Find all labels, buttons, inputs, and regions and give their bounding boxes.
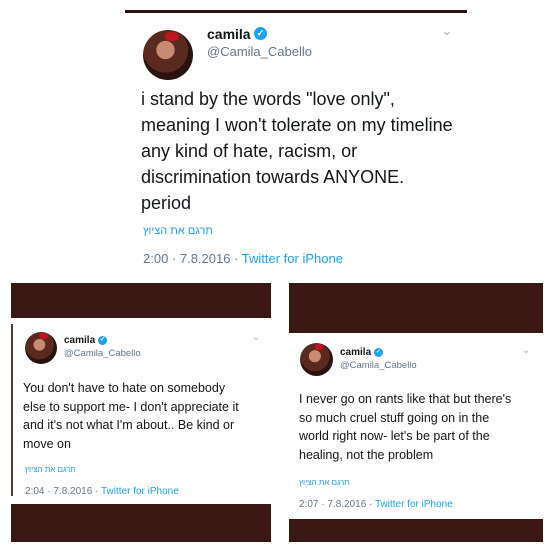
tweet-line: healing, not the problem [299, 447, 434, 462]
tweet-meta: 2:00 · 7.8.2016 · Twitter for iPhone [143, 251, 343, 266]
timestamp: 2:00 · 7.8.2016 · [143, 251, 242, 266]
tweet-meta: 2:07 · 7.8.2016 · Twitter for iPhone [299, 499, 453, 510]
display-name[interactable]: camila [64, 335, 95, 346]
tweet-line: You don't have to hate on somebody [23, 381, 226, 395]
chevron-down-icon[interactable]: ⌄ [441, 22, 453, 39]
translate-tweet-link[interactable]: תרגם את הציוץ [25, 465, 76, 474]
bow [315, 344, 324, 350]
verified-icon: ✓ [98, 336, 107, 345]
tweet-line: world right now- let's be part of the [299, 429, 490, 443]
tweet-text: You don't have to hate on somebody else … [23, 379, 239, 453]
source-link[interactable]: Twitter for iPhone [242, 251, 343, 266]
left-bottom-bar [11, 504, 271, 542]
avatar[interactable] [143, 30, 193, 80]
left-tweet: camila ✓ @Camila_Cabello ⌄ You don't hav… [11, 318, 271, 504]
timestamp: 2:04 · 7.8.2016 · [25, 486, 101, 497]
translate-tweet-link[interactable]: תרגם את הציוץ [143, 225, 213, 237]
display-name[interactable]: camila [207, 26, 251, 42]
chevron-down-icon[interactable]: ⌄ [252, 332, 260, 343]
tweet-line: discrimination towards ANYONE. [141, 167, 405, 187]
verified-icon: ✓ [254, 27, 267, 40]
tweet-line: any kind of hate, racism, or [141, 141, 358, 161]
tweet-line: move on [23, 436, 71, 451]
tweet-meta: 2:04 · 7.8.2016 · Twitter for iPhone [25, 486, 179, 497]
tweet-line: period [141, 193, 192, 213]
handle[interactable]: @Camila_Cabello [64, 348, 141, 359]
bow [165, 32, 179, 41]
tweet-text: i stand by the words "love only", meanin… [141, 86, 453, 216]
right-tweet: camila ✓ @Camila_Cabello ⌄ I never go on… [289, 333, 543, 519]
top-border [125, 10, 467, 13]
right-top-bar [289, 283, 543, 333]
tweet-line: i stand by the words "love only", [141, 89, 395, 109]
tweet-line: and it's not what I'm about.. Be kind or [23, 418, 235, 432]
display-name[interactable]: camila [340, 347, 371, 358]
tweet-line: so much cruel stuff going on in the [299, 410, 490, 425]
handle[interactable]: @Camila_Cabello [340, 360, 417, 371]
tweet-line: I never go on rants like that but there'… [299, 392, 512, 406]
left-card-edge [11, 324, 13, 496]
bow [39, 333, 48, 339]
left-top-bar [11, 283, 271, 318]
tweet-text: I never go on rants like that but there'… [299, 390, 511, 464]
tweet-line: else to support me- I don't appreciate i… [23, 399, 239, 414]
chevron-down-icon[interactable]: ⌄ [522, 345, 530, 356]
tweet-line: meaning I won't tolerate on my timeline [141, 115, 453, 135]
avatar[interactable] [25, 332, 57, 364]
verified-icon: ✓ [374, 348, 383, 357]
source-link[interactable]: Twitter for iPhone [101, 486, 179, 497]
translate-tweet-link[interactable]: תרגם את הציוץ [299, 478, 350, 487]
timestamp: 2:07 · 7.8.2016 · [299, 499, 375, 510]
handle[interactable]: @Camila_Cabello [207, 44, 312, 59]
avatar[interactable] [300, 343, 333, 376]
source-link[interactable]: Twitter for iPhone [375, 499, 453, 510]
top-tweet: camila ✓ @Camila_Cabello ⌄ i stand by th… [125, 10, 467, 282]
right-bottom-bar [289, 519, 543, 542]
